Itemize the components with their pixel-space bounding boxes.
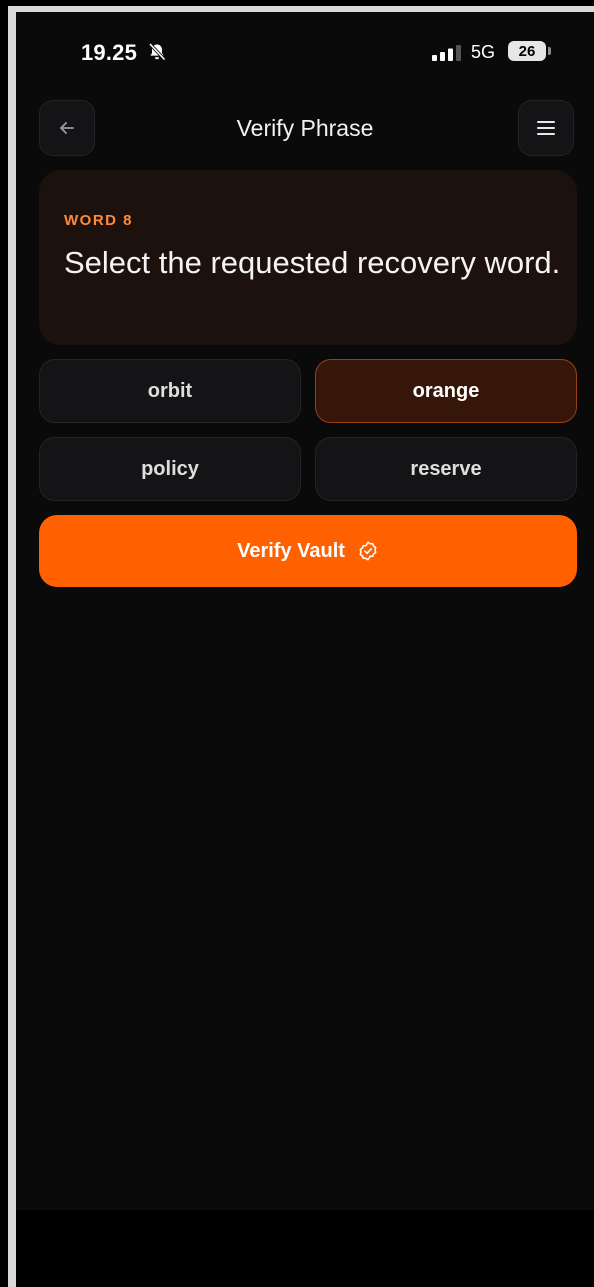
cellular-signal-icon [432, 45, 461, 61]
verify-vault-button[interactable]: Verify Vault [39, 515, 577, 587]
screen-bottom-bezel [16, 1210, 594, 1287]
word-option-label: reserve [410, 457, 482, 480]
network-type: 5G [471, 42, 496, 62]
check-badge-icon [359, 541, 377, 561]
page-title: Verify Phrase [236, 115, 374, 141]
word-number-label: WORD 8 [64, 212, 133, 229]
verify-vault-label: Verify Vault [237, 539, 345, 562]
frame-edge [8, 6, 16, 1287]
hamburger-menu-icon [537, 121, 555, 135]
word-option-label: policy [141, 457, 199, 480]
battery-nub [548, 47, 551, 55]
prompt-card: WORD 8 Select the requested recovery wor… [39, 170, 577, 345]
battery-indicator: 26 [508, 41, 546, 61]
device-frame: 19.25 5G 26 Verify Phrase WORD 8 Select … [0, 0, 594, 1287]
word-option-label: orange [412, 379, 480, 402]
bell-muted-icon [148, 42, 166, 61]
word-option[interactable]: orange [315, 359, 577, 423]
word-option-label: orbit [147, 379, 193, 402]
menu-button[interactable] [518, 100, 574, 156]
word-option[interactable]: reserve [315, 437, 577, 501]
app-screen: 19.25 5G 26 Verify Phrase WORD 8 Select … [16, 12, 594, 1210]
prompt-instruction: Select the requested recovery word. [64, 245, 561, 280]
battery-level: 26 [518, 42, 536, 60]
status-time: 19.25 [81, 40, 138, 65]
word-option[interactable]: policy [39, 437, 301, 501]
status-bar: 19.25 5G 26 [16, 12, 594, 82]
word-option[interactable]: orbit [39, 359, 301, 423]
